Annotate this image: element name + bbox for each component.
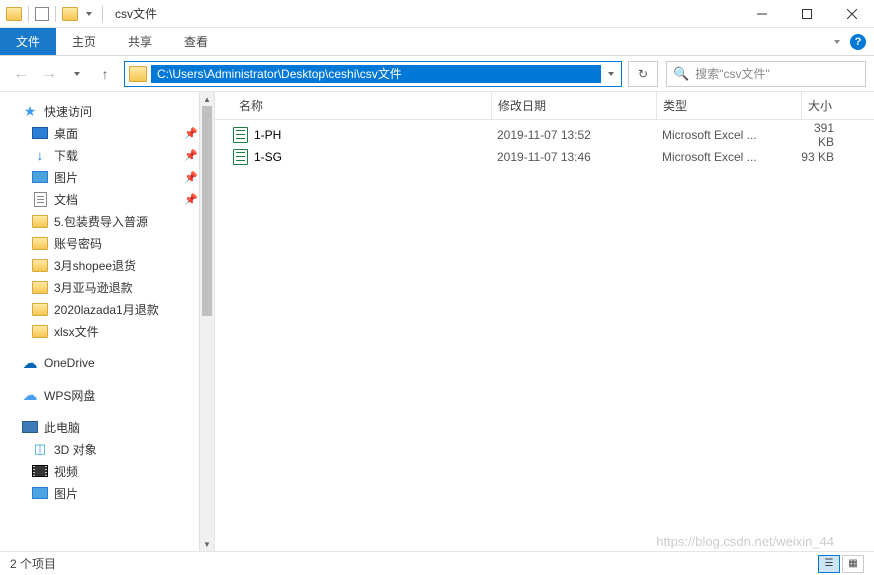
download-icon: ↓	[32, 147, 48, 163]
file-size: 93 KB	[801, 150, 874, 164]
search-icon: 🔍	[673, 66, 689, 82]
address-dropdown[interactable]	[601, 72, 621, 76]
qat-folder-icon[interactable]	[62, 7, 78, 21]
pin-icon: 📌	[184, 193, 198, 206]
excel-icon	[233, 127, 248, 143]
tab-view[interactable]: 查看	[168, 28, 224, 55]
folder-icon	[32, 259, 48, 272]
column-headers: 名称 修改日期 类型 大小	[215, 92, 874, 120]
sidebar-desktop[interactable]: 桌面📌	[6, 122, 214, 144]
file-type: Microsoft Excel ...	[656, 150, 801, 164]
recent-dropdown[interactable]	[64, 61, 90, 87]
sidebar-videos[interactable]: 视频	[6, 460, 214, 482]
sidebar-wps[interactable]: ☁WPS网盘	[6, 384, 214, 406]
wps-icon: ☁	[22, 387, 38, 403]
sidebar-documents[interactable]: 文档📌	[6, 188, 214, 210]
icons-view-button[interactable]: ▦	[842, 555, 864, 573]
sidebar-scrollbar[interactable]: ▲ ▼	[199, 92, 214, 551]
sidebar-pictures[interactable]: 图片📌	[6, 166, 214, 188]
tab-home[interactable]: 主页	[56, 28, 112, 55]
scroll-up-icon[interactable]: ▲	[200, 92, 214, 106]
sidebar-folder-5[interactable]: 2020lazada1月退款	[6, 298, 214, 320]
separator	[28, 6, 29, 22]
documents-icon	[34, 192, 47, 207]
file-date: 2019-11-07 13:46	[491, 150, 656, 164]
qat-properties-icon[interactable]	[35, 7, 49, 21]
qat-dropdown[interactable]	[82, 12, 96, 16]
pc-icon	[22, 421, 38, 433]
file-date: 2019-11-07 13:52	[491, 128, 656, 142]
file-name: 1-PH	[254, 128, 281, 142]
navbar: ← → ↑ C:\Users\Administrator\Desktop\ces…	[0, 56, 874, 92]
pin-icon: 📌	[184, 127, 198, 140]
address-path[interactable]: C:\Users\Administrator\Desktop\ceshi\csv…	[151, 65, 601, 83]
folder-icon	[32, 325, 48, 338]
search-placeholder: 搜索"csv文件"	[695, 65, 770, 82]
ribbon: 文件 主页 共享 查看 ?	[0, 28, 874, 56]
desktop-icon	[32, 127, 48, 139]
maximize-button[interactable]	[784, 0, 829, 28]
titlebar: csv文件	[0, 0, 874, 28]
tab-file[interactable]: 文件	[0, 28, 56, 55]
cube-icon: ◫	[32, 441, 48, 457]
refresh-button[interactable]: ↻	[628, 61, 658, 87]
tab-share[interactable]: 共享	[112, 28, 168, 55]
sidebar-pictures-pc[interactable]: 图片	[6, 482, 214, 504]
status-item-count: 2 个项目	[10, 555, 56, 572]
separator	[55, 6, 56, 22]
address-folder-icon	[129, 66, 147, 82]
scroll-thumb[interactable]	[202, 106, 212, 316]
folder-icon	[32, 237, 48, 250]
scroll-down-icon[interactable]: ▼	[200, 537, 214, 551]
pictures-icon	[32, 171, 48, 183]
file-row[interactable]: 1-PH 2019-11-07 13:52 Microsoft Excel ..…	[215, 124, 874, 146]
sidebar-folder-6[interactable]: xlsx文件	[6, 320, 214, 342]
col-size[interactable]: 大小	[801, 92, 874, 119]
address-bar[interactable]: C:\Users\Administrator\Desktop\ceshi\csv…	[124, 61, 622, 87]
forward-button[interactable]: →	[36, 61, 62, 87]
up-button[interactable]: ↑	[92, 61, 118, 87]
separator	[102, 6, 103, 22]
excel-icon	[233, 149, 248, 165]
navigation-pane: ★快速访问 桌面📌 ↓下载📌 图片📌 文档📌 5.包装费导入普源 账号密码 3月…	[0, 92, 215, 551]
app-icon	[6, 7, 22, 21]
sidebar-3d-objects[interactable]: ◫3D 对象	[6, 438, 214, 460]
folder-icon	[32, 215, 48, 228]
col-name[interactable]: 名称	[233, 97, 491, 114]
onedrive-icon: ☁	[22, 355, 38, 371]
file-type: Microsoft Excel ...	[656, 128, 801, 142]
sidebar-folder-4[interactable]: 3月亚马逊退款	[6, 276, 214, 298]
folder-icon	[32, 281, 48, 294]
ribbon-expand[interactable]	[834, 40, 840, 44]
sidebar-folder-1[interactable]: 5.包装费导入普源	[6, 210, 214, 232]
search-input[interactable]: 🔍 搜索"csv文件"	[666, 61, 866, 87]
pin-icon: 📌	[184, 171, 198, 184]
sidebar-quick-access[interactable]: ★快速访问	[6, 100, 214, 122]
help-icon[interactable]: ?	[850, 34, 866, 50]
sidebar-folder-3[interactable]: 3月shopee退货	[6, 254, 214, 276]
window-title: csv文件	[115, 5, 739, 22]
back-button[interactable]: ←	[8, 61, 34, 87]
folder-icon	[32, 303, 48, 316]
file-size: 391 KB	[801, 121, 874, 149]
file-list: 名称 修改日期 类型 大小 1-PH 2019-11-07 13:52 Micr…	[215, 92, 874, 551]
file-name: 1-SG	[254, 150, 282, 164]
status-bar: 2 个项目 ☰ ▦	[0, 551, 874, 575]
sidebar-this-pc[interactable]: 此电脑	[6, 416, 214, 438]
star-icon: ★	[22, 103, 38, 119]
video-icon	[32, 465, 48, 477]
col-date[interactable]: 修改日期	[491, 92, 656, 119]
file-row[interactable]: 1-SG 2019-11-07 13:46 Microsoft Excel ..…	[215, 146, 874, 168]
sidebar-onedrive[interactable]: ☁OneDrive	[6, 352, 214, 374]
sidebar-downloads[interactable]: ↓下载📌	[6, 144, 214, 166]
minimize-button[interactable]	[739, 0, 784, 28]
col-type[interactable]: 类型	[656, 92, 801, 119]
pictures-icon	[32, 487, 48, 499]
details-view-button[interactable]: ☰	[818, 555, 840, 573]
sidebar-folder-2[interactable]: 账号密码	[6, 232, 214, 254]
pin-icon: 📌	[184, 149, 198, 162]
close-button[interactable]	[829, 0, 874, 28]
